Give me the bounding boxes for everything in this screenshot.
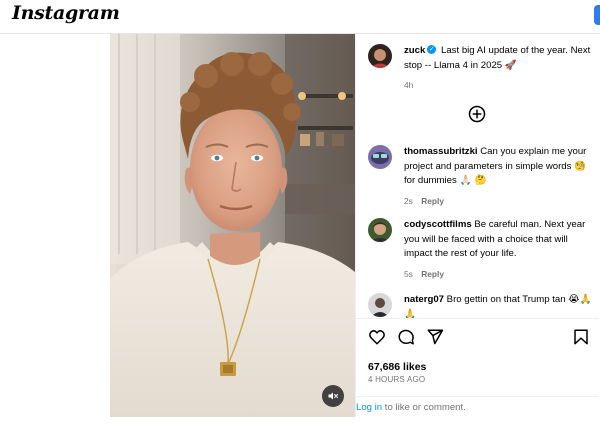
mute-button[interactable] [322,385,344,407]
edge-button[interactable] [594,5,600,25]
bookmark-icon [574,329,588,345]
comment-username[interactable]: thomassubritzki [404,146,478,157]
comments-panel[interactable]: zuck ✓ Last big AI update of the year. Ne… [356,34,599,318]
reply-button[interactable]: Reply [421,196,444,206]
login-prompt: Log in to like or comment. [356,396,599,418]
avatar[interactable] [368,145,392,169]
comment-button[interactable] [397,328,415,346]
heart-icon [369,330,385,345]
plus-circle-icon [468,105,486,123]
video-frame [110,34,355,417]
post-sidebar: zuck ✓ Last big AI update of the year. Ne… [355,34,599,417]
comment-time[interactable]: 5s [404,269,413,279]
avatar[interactable] [368,293,392,317]
post-timestamp[interactable]: 4 hours ago [368,375,425,384]
comment-username[interactable]: naterg07 [404,294,444,305]
load-more-comments-button[interactable] [468,105,486,123]
like-button[interactable] [368,328,386,346]
save-button[interactable] [572,328,590,346]
login-prompt-text: to like or comment. [382,402,466,413]
caption-username[interactable]: zuck [404,45,425,56]
reply-button[interactable]: Reply [421,269,444,279]
rocket-emoji: 🚀 [504,59,517,71]
verified-badge-icon: ✓ [427,45,437,55]
share-button[interactable] [426,328,444,346]
action-bar: 67,686 likes 4 hours ago Log in to like … [356,318,599,417]
instagram-logo[interactable]: Instagram [12,2,120,24]
comment-text: Bro gettin on that Trump tan [446,294,566,305]
like-count[interactable]: 67,686 likes [368,361,426,373]
login-link[interactable]: Log in [356,402,382,413]
post-video[interactable] [110,34,355,417]
top-bar: Instagram [0,0,600,34]
caption-time[interactable]: 4h [404,80,413,90]
comment-time[interactable]: 2s [404,196,413,206]
comment-emoji: 🙏🏻 🤔 [459,175,487,186]
comment-icon [398,329,414,345]
speaker-muted-icon [328,392,338,400]
avatar[interactable] [368,218,392,242]
post-modal: zuck ✓ Last big AI update of the year. Ne… [110,34,599,417]
avatar[interactable] [368,44,392,68]
comment-emoji: 🧐 [574,160,587,172]
comment-text-tail: for dummies [404,175,457,186]
share-icon [427,329,444,345]
comment-username[interactable]: codyscottfilms [404,219,472,230]
